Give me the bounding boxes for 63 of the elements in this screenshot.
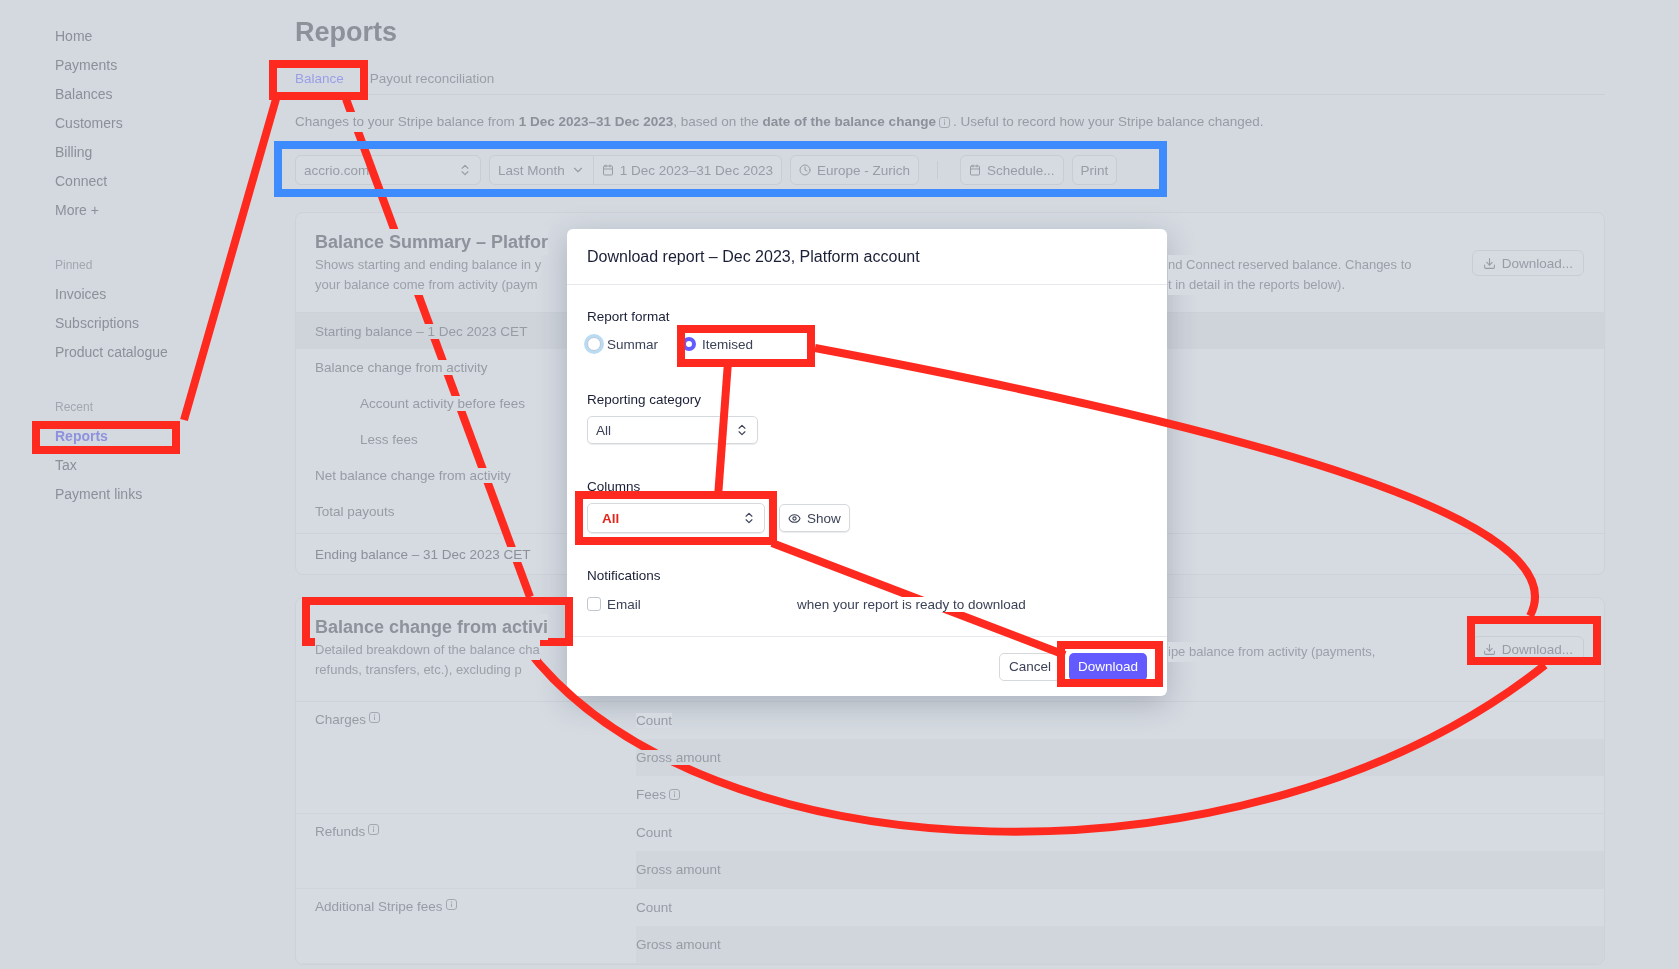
tab[interactable]: Payout reconciliation — [369, 70, 495, 86]
radio-option[interactable]: Summar — [587, 336, 658, 352]
calendar-icon — [601, 164, 614, 176]
sidebar-item[interactable]: Billing — [55, 138, 93, 167]
radio-option[interactable]: Itemised — [682, 336, 754, 352]
sidebar-item[interactable]: More + — [55, 196, 99, 225]
columns-select[interactable]: All — [587, 503, 765, 533]
sidebar-item[interactable]: Tax — [55, 451, 77, 480]
row-label: Charges — [315, 712, 367, 727]
field-label: Reporting category — [587, 391, 702, 409]
description-text: Changes to your Stripe balance from 1 Dec 2023–31 Dec 2023, based on the date of the balance change — [295, 112, 936, 132]
calendar-icon — [968, 164, 981, 176]
category-select[interactable]: All — [587, 416, 758, 444]
metric-label: Gross amount — [636, 862, 721, 877]
download-icon — [1482, 256, 1496, 270]
row-label: Balance change from activity — [315, 359, 488, 375]
card-title: Balance Summary – Platfor — [315, 229, 549, 255]
row-label: Account activity before fees — [360, 395, 526, 411]
schedule-button[interactable]: Schedule... — [959, 155, 1064, 185]
card-description: Shows starting and ending balance in y — [315, 255, 542, 275]
page-title: Reports — [295, 16, 397, 49]
sidebar-item[interactable]: Balances — [55, 80, 113, 109]
card-description: Detailed breakdown of the balance cha — [315, 640, 540, 660]
dialog-title: Download report – Dec 2023, Platform account — [587, 247, 920, 266]
period-select[interactable]: Last Month — [489, 155, 594, 185]
date-range-button[interactable]: 1 Dec 2023–31 Dec 2023 — [593, 155, 782, 185]
row-label: Ending balance – 31 Dec 2023 CET — [315, 546, 531, 562]
sidebar-item[interactable]: Customers — [55, 109, 123, 138]
metric-label: Fees — [636, 787, 666, 802]
sidebar-item[interactable]: Subscriptions — [55, 309, 140, 338]
notification-note: when your report is ready to download — [797, 596, 1026, 612]
metric-label: Count — [636, 713, 673, 728]
field-label: Report format — [587, 308, 670, 326]
sidebar-item[interactable]: Product catalogue — [55, 338, 168, 367]
sidebar-item[interactable]: Payments — [55, 51, 118, 80]
row-label: Starting balance – 1 Dec 2023 CET — [315, 323, 528, 339]
account-select[interactable]: accrio.com — [295, 155, 481, 185]
tab[interactable]: Balance — [295, 70, 344, 86]
sidebar-item[interactable]: Reports — [55, 422, 108, 451]
metric-label: Gross amount — [636, 937, 721, 952]
download-icon — [1482, 642, 1496, 656]
info-icon — [938, 116, 950, 128]
field-label: Columns — [587, 478, 641, 496]
metric-label: Gross amount — [636, 750, 721, 765]
metric-label: Count — [636, 900, 673, 915]
download-button[interactable]: Download — [1068, 652, 1147, 681]
clock-icon — [798, 164, 811, 176]
row-label: Net balance change from activity — [315, 467, 511, 483]
sidebar-item[interactable]: Connect — [55, 167, 108, 196]
sidebar-item[interactable]: Home — [55, 22, 93, 51]
print-button[interactable]: Print — [1071, 155, 1118, 185]
row-label: Additional Stripe fees — [315, 899, 443, 914]
metric-label: Count — [636, 825, 673, 840]
card-description: your balance come from activity (paym — [315, 275, 538, 295]
timezone-button[interactable]: Europe - Zurich — [789, 155, 919, 185]
sidebar-item[interactable]: Payment links — [55, 480, 143, 509]
eye-icon — [788, 511, 801, 525]
email-checkbox[interactable]: Email — [587, 596, 797, 612]
sidebar-item[interactable]: Invoices — [55, 280, 107, 309]
download-button[interactable]: Download... — [1471, 250, 1584, 276]
row-label: Refunds — [315, 824, 366, 839]
field-label: Notifications — [587, 567, 661, 585]
show-button[interactable]: Show — [779, 504, 850, 532]
